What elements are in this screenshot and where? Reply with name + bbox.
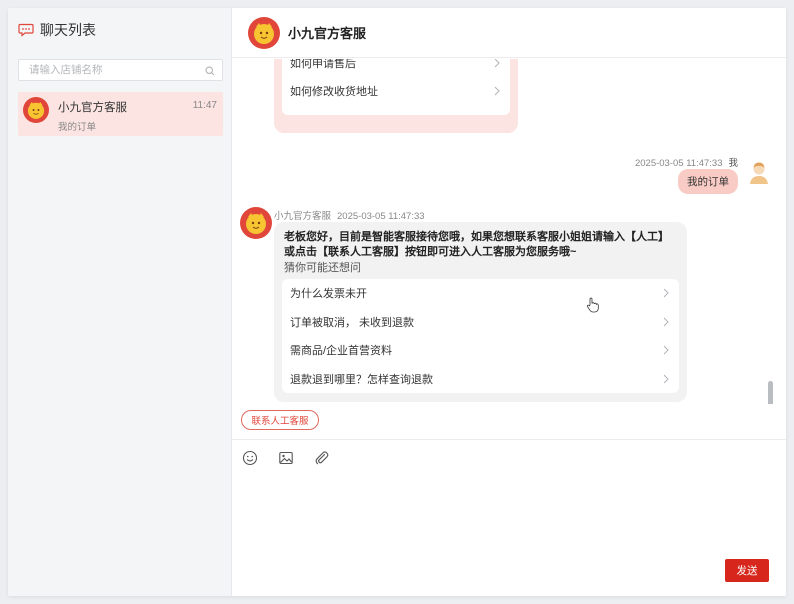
chevron-right-icon (494, 59, 500, 68)
attachment-button[interactable] (312, 448, 332, 468)
paperclip-icon (315, 451, 329, 465)
sidebar-header: 聊天列表 (8, 8, 231, 52)
bot-message-timestamp: 2025-03-05 11:47:33 (337, 211, 425, 222)
shop-avatar-icon (240, 207, 272, 239)
emoji-button[interactable] (240, 448, 260, 468)
shop-avatar-icon (23, 97, 49, 123)
input-divider (232, 439, 786, 440)
chevron-right-icon (494, 86, 500, 96)
input-toolbar (240, 448, 332, 468)
suggestion-subtitle: 猜你可能还想问 (284, 262, 361, 274)
suggestion-option[interactable]: 退款退到哪里？怎样查询退款 (282, 365, 679, 394)
image-icon (279, 451, 293, 465)
faq-option[interactable]: 如何申请售后 (282, 59, 510, 77)
conversation-name: 小九官方客服 (58, 102, 127, 114)
send-button[interactable]: 发送 (725, 559, 769, 582)
chevron-right-icon (663, 317, 669, 326)
shop-avatar-icon (248, 16, 280, 49)
suggestion-option-label: 为什么发票未开 (290, 288, 367, 301)
scrollbar-thumb[interactable] (768, 381, 773, 404)
sidebar: 聊天列表 小九官方客服 我的订单 11:47 (8, 8, 232, 596)
suggestion-option[interactable]: 为什么发票未开 (282, 279, 679, 308)
faq-card: 如何申请售后 如何修改收货地址 (274, 59, 518, 133)
chat-panel: 小九官方客服 如何申请售后 如何修改收货地址 2025-03-05 11:47:… (232, 8, 786, 596)
search-icon[interactable] (205, 66, 215, 76)
chat-header: 小九官方客服 (232, 8, 786, 58)
bot-message-sender: 小九官方客服 (274, 211, 332, 222)
suggestion-option-label: 需商品/企业首营资料 (290, 345, 393, 358)
user-avatar-icon (746, 159, 772, 185)
chat-bubble-icon (18, 23, 34, 37)
store-search-box (18, 59, 223, 81)
conversation-time: 11:47 (192, 100, 217, 111)
my-message-bubble: 我的订单 (678, 169, 738, 194)
faq-option-label: 如何申请售后 (290, 59, 356, 70)
conversation-preview: 我的订单 (58, 122, 97, 133)
contact-human-agent-button[interactable]: 联系人工客服 (241, 410, 319, 430)
chat-title: 小九官方客服 (288, 26, 367, 41)
image-button[interactable] (276, 448, 296, 468)
chevron-right-icon (663, 288, 669, 298)
suggestion-list: 为什么发票未开 订单被取消， 未收到退款 需商品/企业首营资料 退款退到哪里？怎… (282, 279, 679, 393)
bot-message-text: 老板您好，目前是智能客服接待您哦，如果您想联系客服小姐姐请输入【人工】或点击【联… (284, 231, 669, 258)
my-message-meta: 2025-03-05 11:47:33 我 (635, 155, 738, 169)
faq-card-options: 如何申请售后 如何修改收货地址 (282, 59, 510, 115)
bot-message-meta: 小九官方客服 2025-03-05 11:47:33 (274, 208, 425, 222)
suggestion-option[interactable]: 订单被取消， 未收到退款 (282, 308, 679, 337)
hand-cursor-icon (586, 297, 599, 313)
chevron-right-icon (663, 374, 669, 383)
conversation-item-xiaojiu[interactable]: 小九官方客服 我的订单 11:47 (18, 92, 223, 136)
suggestion-option-label: 订单被取消， 未收到退款 (290, 316, 415, 329)
faq-option-label: 如何修改收货地址 (290, 86, 378, 98)
my-message-timestamp: 2025-03-05 11:47:33 (634, 158, 723, 169)
chevron-right-icon (663, 345, 669, 355)
my-message-sender: 我 (728, 158, 738, 169)
chat-window: 聊天列表 小九官方客服 我的订单 11:47 (8, 8, 786, 596)
faq-option[interactable]: 如何修改收货地址 (282, 77, 510, 105)
bot-message-bubble: 老板您好，目前是智能客服接待您哦，如果您想联系客服小姐姐请输入【人工】或点击【联… (274, 222, 687, 402)
suggestion-option-label: 退款退到哪里？怎样查询退款 (290, 373, 433, 386)
emoji-icon (242, 450, 258, 466)
sidebar-title: 聊天列表 (40, 22, 96, 38)
message-list[interactable]: 如何申请售后 如何修改收货地址 2025-03-05 11:47:33 我 我的订… (232, 59, 786, 404)
suggestion-option[interactable]: 需商品/企业首营资料 (282, 336, 679, 365)
store-search-input[interactable] (19, 60, 222, 80)
